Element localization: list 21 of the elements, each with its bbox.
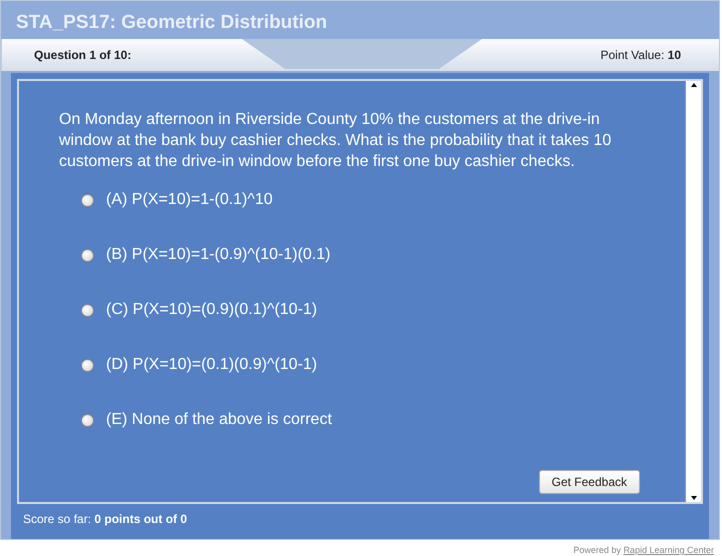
- up-arrow-icon[interactable]: [690, 81, 698, 89]
- radio-button[interactable]: [81, 194, 94, 206]
- radio-button[interactable]: [81, 248, 94, 262]
- score-text: Score so far: 0 points out of 0: [22, 511, 188, 528]
- scrollbar[interactable]: [685, 81, 701, 502]
- get-feedback-button[interactable]: Get Feedback: [538, 470, 640, 494]
- radio-button[interactable]: [81, 414, 94, 426]
- footer-link[interactable]: Rapid Learning Center: [623, 545, 714, 555]
- powered-by-label: Powered by: [573, 545, 622, 555]
- question-text: On Monday afternoon in Riverside County 10% the customers at the drive-in window at the bank buy cashier checks. What is the probability that it takes 10 customers at the drive-in window before the first one buy cashier checks.: [59, 110, 612, 172]
- option-label[interactable]: (D) P(X=10)=(0.1)(0.9)^(10-1): [106, 353, 318, 377]
- point-value: Point Value: 10: [600, 47, 681, 64]
- option-label[interactable]: (A) P(X=10)=1-(0.1)^10: [106, 188, 273, 212]
- option-label[interactable]: (B) P(X=10)=1-(0.9)^(10-1)(0.1): [106, 243, 330, 267]
- radio-button[interactable]: [81, 358, 94, 372]
- option-label[interactable]: (E) None of the above is correct: [106, 408, 332, 432]
- radio-button[interactable]: [81, 304, 94, 316]
- window-title: STA_PS17: Geometric Distribution: [15, 11, 328, 35]
- down-arrow-icon[interactable]: [690, 494, 698, 502]
- question-counter: Question 1 of 10:: [34, 47, 132, 64]
- option-label[interactable]: (C) P(X=10)=(0.9)(0.1)^(10-1): [106, 298, 318, 322]
